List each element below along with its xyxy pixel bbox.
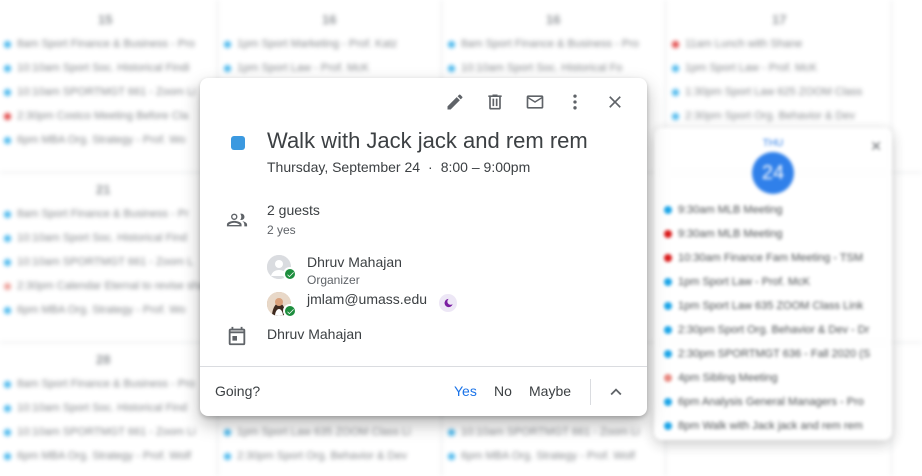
- calendar-event[interactable]: 10:10am Sport Soc. Historical Findi: [4, 62, 212, 74]
- close-icon: [609, 96, 621, 108]
- calendar-event[interactable]: 10:10am Sport Soc. Historical Fo: [448, 62, 660, 74]
- calendar-event[interactable]: 1pm Sport Marketing - Prof. Katz: [224, 38, 436, 50]
- popover-event[interactable]: 2:30pm Sport Org. Behavior & Dev - Dr: [664, 324, 884, 336]
- event-title: Walk with Jack jack and rem rem: [267, 128, 588, 153]
- event-time: 8:00 – 9:00pm: [440, 159, 531, 175]
- people-icon: [226, 209, 248, 231]
- calendar-event[interactable]: 10:10am SPORTMGT 661 - Zoom Li: [448, 426, 660, 438]
- calendar-event[interactable]: 11am Lunch with Shane: [672, 38, 886, 50]
- divider: [590, 379, 591, 405]
- popover-event[interactable]: 6pm Analysis General Managers - Pro: [664, 396, 884, 408]
- day-number[interactable]: 15: [98, 12, 112, 27]
- calendar-event[interactable]: 1pm Sport Law - Prof. McK: [224, 62, 436, 74]
- popover-event[interactable]: 1pm Sport Law 635 ZOOM Class Link: [664, 300, 884, 312]
- close-button[interactable]: [595, 90, 635, 114]
- guest-name: jmlam@umass.edu: [307, 291, 428, 307]
- trash-icon: [488, 94, 502, 110]
- calendar-event[interactable]: 2:30pm Sport Org. Behavior & Dev: [672, 110, 886, 122]
- calendar-event[interactable]: 8am Sport Finance & Business - Pro: [4, 38, 212, 50]
- event-date: Thursday, September 24: [267, 159, 421, 175]
- chevron-up-icon: [610, 388, 622, 396]
- calendar-event[interactable]: 1pm Sport Law 635 ZOOM Class Li: [224, 426, 436, 438]
- calendar-event[interactable]: 10:10am SPORTMGT 661 - Zoom L: [4, 256, 212, 268]
- delete-button[interactable]: [475, 90, 515, 114]
- event-datetime: Thursday, September 24 · 8:00 – 9:00pm: [267, 159, 530, 175]
- popover-event[interactable]: 9:30am MLB Meeting: [664, 204, 884, 216]
- calendar-event[interactable]: 6pm MBA Org. Strategy - Prof. Wo: [4, 304, 212, 316]
- expand-rsvp-button[interactable]: [605, 381, 627, 403]
- email-guests-button[interactable]: [515, 90, 555, 114]
- popover-weekday: THU: [762, 138, 784, 149]
- rsvp-yes-button[interactable]: Yes: [454, 383, 477, 399]
- moon-icon: [439, 294, 457, 312]
- calendar-event[interactable]: 6pm MBA Org. Strategy - Prof. Wo: [4, 134, 212, 146]
- calendar-event[interactable]: 6pm MBA Org. Strategy - Prof. Wolf: [448, 450, 660, 462]
- calendar-event[interactable]: 8am Sport Finance & Business - Pro: [4, 378, 212, 390]
- going-label: Going?: [215, 383, 261, 399]
- popover-event[interactable]: 1pm Sport Law - Prof. McK: [664, 276, 884, 288]
- calendar-event[interactable]: 1pm Sport Law - Prof. McK: [672, 62, 886, 74]
- day-number[interactable]: 16: [546, 12, 560, 27]
- day-number[interactable]: 16: [322, 12, 336, 27]
- day-events-popover: THU 24 ✕ 9:30am MLB Meeting 9:30am MLB Me…: [654, 128, 892, 440]
- calendar-event[interactable]: 8am Sport Finance & Business - Pr: [4, 208, 212, 220]
- edit-button[interactable]: [435, 90, 475, 114]
- accepted-check-icon: [283, 267, 297, 281]
- guest-role: Organizer: [307, 273, 360, 287]
- mail-icon: [526, 95, 544, 109]
- calendar-event[interactable]: 10:10am Sport Soc. Historical Find: [4, 232, 212, 244]
- rsvp-no-button[interactable]: No: [494, 383, 512, 399]
- popover-event[interactable]: 4pm Sibling Meeting: [664, 372, 884, 384]
- calendar-icon: [226, 325, 248, 347]
- popover-event[interactable]: 9:30am MLB Meeting: [664, 228, 884, 240]
- event-toolbar: [435, 90, 635, 114]
- calendar-event[interactable]: 10:10am Sport Soc. Historical Find: [4, 402, 212, 414]
- close-icon[interactable]: ✕: [870, 138, 882, 155]
- more-vert-icon: [573, 94, 577, 110]
- day-number[interactable]: 28: [96, 352, 110, 367]
- calendar-event[interactable]: 2:30pm Sport Org. Behavior & Dev: [224, 450, 436, 462]
- day-number[interactable]: 21: [96, 182, 110, 197]
- popover-event[interactable]: 8pm Walk with Jack jack and rem rem: [664, 420, 884, 432]
- day-number[interactable]: 17: [772, 12, 786, 27]
- guest-name: Dhruv Mahajan: [307, 254, 402, 270]
- separator-dot: ·: [428, 159, 433, 175]
- accepted-check-icon: [283, 304, 297, 318]
- guests-summary: 2 yes: [267, 223, 296, 237]
- calendar-event[interactable]: 6pm MBA Org. Strategy - Prof. Wolf: [4, 450, 212, 462]
- calendar-event[interactable]: 2:30pm Calendar Eternal to revise sha: [4, 280, 212, 292]
- calendar-event[interactable]: 2:30pm Costco Meeting Before Cla: [4, 110, 212, 122]
- event-color-indicator: [231, 136, 245, 150]
- rsvp-bar: Going? Yes No Maybe: [200, 366, 647, 416]
- popover-event[interactable]: 2:30pm SPORTMGT 636 - Fall 2020 (S: [664, 348, 884, 360]
- calendar-owner: Dhruv Mahajan: [267, 326, 362, 342]
- calendar-event[interactable]: 10:10am SPORTMGT 661 - Zoom Li: [4, 426, 212, 438]
- more-options-button[interactable]: [555, 90, 595, 114]
- pencil-icon: [447, 94, 463, 110]
- calendar-event[interactable]: 8am Sport Finance & Business - Pro: [448, 38, 660, 50]
- calendar-event[interactable]: 10:10am SPORTMGT 661 - Zoom Li: [4, 86, 212, 98]
- calendar-event[interactable]: 1:30pm Sport Law 625 ZOOM Class: [672, 86, 886, 98]
- rsvp-maybe-button[interactable]: Maybe: [529, 383, 571, 399]
- event-details-card: Walk with Jack jack and rem rem Thursday…: [200, 78, 647, 416]
- popover-event[interactable]: 10:30am Finance Fam Meeting - TSM: [664, 252, 884, 264]
- guests-count: 2 guests: [267, 202, 320, 218]
- popover-day-number[interactable]: 24: [752, 152, 794, 194]
